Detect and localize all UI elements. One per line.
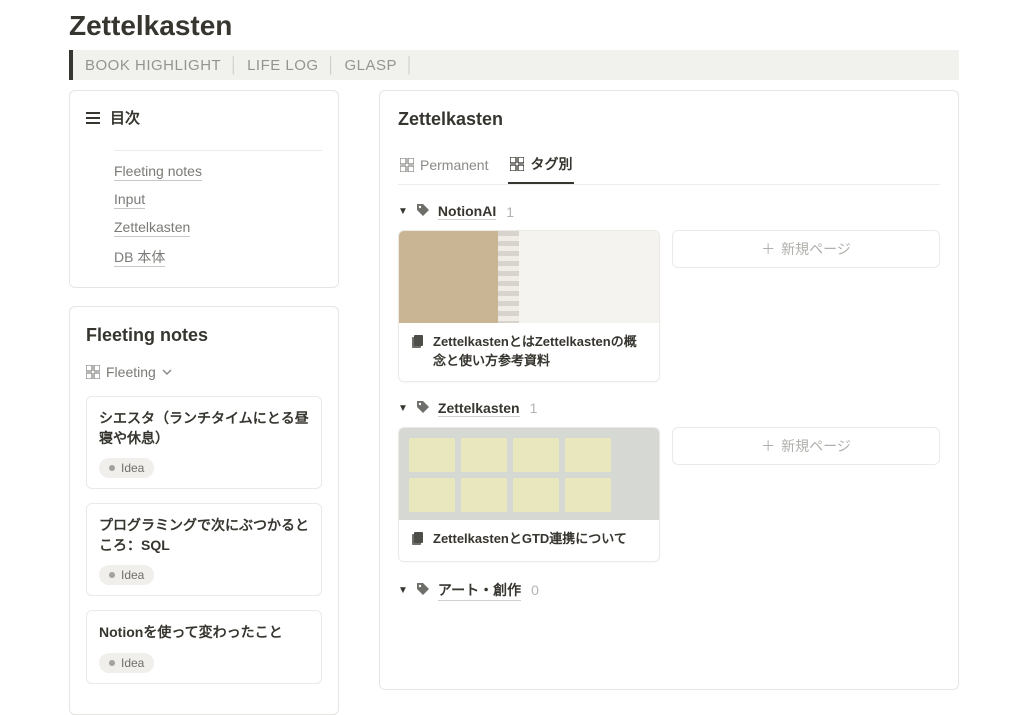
note-title: シエスタ（ランチタイムにとる昼寝や休息） bbox=[99, 409, 309, 448]
toc-title: 目次 bbox=[110, 107, 140, 128]
toc-item[interactable]: DB 本体 bbox=[114, 241, 322, 273]
chevron-down-icon bbox=[162, 364, 172, 380]
tag-icon bbox=[416, 582, 430, 599]
new-page-button[interactable]: ＋ 新規ページ bbox=[672, 230, 940, 268]
gallery-card[interactable]: ZettelkastenとGTD連携について bbox=[398, 427, 660, 562]
note-card[interactable]: プログラミングで次にぶつかるところ：SQL Idea bbox=[86, 503, 322, 596]
view-selector[interactable]: Fleeting bbox=[86, 364, 322, 380]
tab-permanent[interactable]: Permanent bbox=[398, 148, 490, 184]
db-group: ▼ NotionAI 1 bbox=[398, 203, 940, 382]
group-count: 0 bbox=[531, 582, 539, 598]
database-panel: Zettelkasten Permanent タグ別 bbox=[379, 90, 959, 690]
fleeting-title: Fleeting notes bbox=[86, 325, 322, 346]
group-name: NotionAI bbox=[438, 203, 496, 220]
db-tabs: Permanent タグ別 bbox=[398, 148, 940, 185]
triangle-down-icon: ▼ bbox=[398, 403, 408, 414]
fleeting-notes-block: Fleeting notes Fleeting シエスタ（ランチタイムにとる昼寝… bbox=[69, 306, 339, 715]
group-header[interactable]: ▼ アート・創作 0 bbox=[398, 580, 940, 601]
db-group: ▼ アート・創作 0 bbox=[398, 580, 940, 601]
card-thumbnail bbox=[399, 428, 659, 520]
triangle-down-icon: ▼ bbox=[398, 206, 408, 217]
group-name: Zettelkasten bbox=[438, 400, 520, 417]
separator: │ bbox=[405, 57, 415, 74]
note-title: Notionを使って変わったこと bbox=[99, 623, 309, 643]
new-page-button[interactable]: ＋ 新規ページ bbox=[672, 427, 940, 465]
tag-pill: Idea bbox=[99, 565, 154, 585]
plus-icon: ＋ bbox=[761, 436, 775, 456]
toc-item[interactable]: Input bbox=[114, 185, 322, 213]
toc-item[interactable]: Zettelkasten bbox=[114, 213, 322, 241]
document-icon bbox=[411, 532, 425, 551]
nav-item-lifelog[interactable]: LIFE LOG bbox=[247, 57, 319, 74]
tag-pill: Idea bbox=[99, 458, 154, 478]
gallery-icon bbox=[510, 157, 524, 171]
gallery-icon bbox=[86, 365, 100, 379]
toc-item[interactable]: Fleeting notes bbox=[114, 150, 322, 185]
view-label: Fleeting bbox=[106, 364, 156, 380]
tab-by-tag[interactable]: タグ別 bbox=[508, 148, 574, 184]
document-icon bbox=[411, 335, 425, 354]
note-card[interactable]: Notionを使って変わったこと Idea bbox=[86, 610, 322, 684]
tag-icon bbox=[416, 203, 430, 220]
group-name: アート・創作 bbox=[438, 580, 521, 601]
separator: │ bbox=[327, 57, 337, 74]
nav-item-book[interactable]: BOOK HIGHLIGHT bbox=[85, 57, 221, 74]
menu-icon bbox=[86, 112, 100, 124]
note-card[interactable]: シエスタ（ランチタイムにとる昼寝や休息） Idea bbox=[86, 396, 322, 489]
nav-item-glasp[interactable]: GLASP bbox=[344, 57, 397, 74]
triangle-down-icon: ▼ bbox=[398, 585, 408, 596]
group-header[interactable]: ▼ Zettelkasten 1 bbox=[398, 400, 940, 417]
page-title: Zettelkasten bbox=[0, 0, 1024, 50]
group-count: 1 bbox=[530, 400, 538, 416]
breadcrumb-bar: BOOK HIGHLIGHT │ LIFE LOG │ GLASP │ bbox=[69, 50, 959, 80]
group-count: 1 bbox=[506, 204, 514, 220]
db-group: ▼ Zettelkasten 1 bbox=[398, 400, 940, 562]
card-thumbnail bbox=[399, 231, 659, 323]
table-of-contents: 目次 Fleeting notes Input Zettelkasten DB … bbox=[69, 90, 339, 288]
note-title: プログラミングで次にぶつかるところ：SQL bbox=[99, 516, 309, 555]
separator: │ bbox=[229, 57, 239, 74]
db-title: Zettelkasten bbox=[398, 109, 940, 130]
tag-pill: Idea bbox=[99, 653, 154, 673]
tag-icon bbox=[416, 400, 430, 417]
gallery-card[interactable]: ZettelkastenとはZettelkastenの概念と使い方参考資料 bbox=[398, 230, 660, 382]
gallery-icon bbox=[400, 158, 414, 172]
plus-icon: ＋ bbox=[761, 239, 775, 259]
card-title: ZettelkastenとはZettelkastenの概念と使い方参考資料 bbox=[433, 333, 647, 371]
group-header[interactable]: ▼ NotionAI 1 bbox=[398, 203, 940, 220]
card-title: ZettelkastenとGTD連携について bbox=[433, 530, 627, 549]
